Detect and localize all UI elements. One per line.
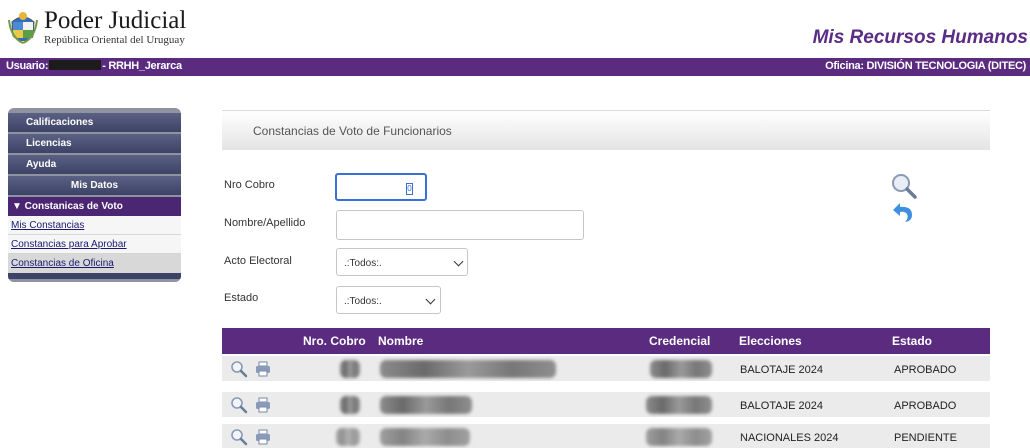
acto-electoral-value: .:Todos:. [344, 258, 382, 269]
menu-item-constancias-de-voto[interactable]: ▼ Constanicas de Voto [8, 197, 181, 216]
submenu-link[interactable]: Constancias para Aprobar [11, 239, 127, 250]
submenu-constancias-de-oficina[interactable]: Constancias de Oficina [8, 254, 181, 273]
redacted-username [49, 60, 102, 70]
redacted-nro-cobro [340, 396, 360, 414]
redacted-credencial [646, 396, 712, 414]
cell-estado: PENDIENTE [894, 432, 957, 444]
acto-electoral-select[interactable]: .:Todos:. [336, 248, 468, 276]
user-bar: Usuario: - RRHH_Jerarca Oficina: DIVISIÓN… [0, 58, 1030, 76]
chevron-down-icon [425, 294, 436, 305]
cell-elecciones: NACIONALES 2024 [740, 432, 839, 444]
col-elecciones[interactable]: Elecciones [739, 334, 802, 348]
col-nombre[interactable]: Nombre [378, 334, 423, 348]
cell-estado: APROBADO [894, 400, 957, 412]
office-info: Oficina: DIVISIÓN TECNOLOGIA (DITEC) [825, 60, 1026, 72]
menu-item-licencias[interactable]: Licencias [8, 134, 181, 153]
cell-elecciones: BALOTAJE 2024 [740, 400, 823, 412]
chevron-down-icon [453, 256, 464, 267]
redacted-nombre [380, 428, 470, 446]
cell-estado: APROBADO [894, 364, 957, 376]
redacted-nombre [380, 360, 556, 378]
side-menu: Calificaciones Licencias Ayuda Mis Datos… [8, 108, 181, 282]
table-row: BALOTAJE 2024 APROBADO [222, 392, 990, 418]
submenu-link[interactable]: Mis Constancias [11, 220, 84, 231]
logo-subtitle: República Oriental del Uruguay [44, 33, 185, 46]
magnifier-icon[interactable] [230, 428, 248, 446]
menu-item-calificaciones[interactable]: Calificaciones [8, 113, 181, 132]
magnifier-icon [892, 174, 917, 199]
menu-item-mis-datos[interactable]: Mis Datos [8, 176, 181, 195]
redacted-credencial [650, 360, 712, 378]
printer-icon[interactable] [255, 361, 271, 377]
nombre-apellido-label: Nombre/Apellido [224, 217, 306, 229]
logo-title: Poder Judicial [44, 6, 187, 34]
redacted-credencial [646, 428, 712, 446]
cell-elecciones: BALOTAJE 2024 [740, 364, 823, 376]
table-row: NACIONALES 2024 PENDIENTE [222, 424, 990, 448]
magnifier-icon[interactable] [230, 396, 248, 414]
estado-select[interactable]: .:Todos:. [336, 286, 441, 314]
estado-label: Estado [224, 292, 259, 304]
panel-header: Constancias de Voto de Funcionarios [222, 110, 990, 150]
magnifier-icon[interactable] [230, 360, 248, 378]
submenu-constancias-para-aprobar[interactable]: Constancias para Aprobar [8, 235, 181, 254]
results-table-header: Nro. Cobro Nombre Credencial Elecciones … [222, 328, 990, 354]
estado-value: .:Todos:. [344, 296, 382, 307]
nro-cobro-input[interactable]: 0 [335, 173, 427, 201]
redacted-nombre [380, 396, 472, 414]
user-role: - RRHH_Jerarca [102, 60, 182, 72]
submenu-mis-constancias[interactable]: Mis Constancias [8, 216, 181, 235]
undo-arrow-icon [893, 203, 912, 222]
redacted-nro-cobro [340, 360, 360, 378]
col-nro-cobro[interactable]: Nro. Cobro [303, 334, 366, 348]
nro-cobro-label: Nro Cobro [224, 179, 275, 191]
panel-title: Constancias de Voto de Funcionarios [253, 124, 452, 138]
menu-bottom-strip [8, 273, 181, 279]
col-estado[interactable]: Estado [892, 334, 932, 348]
menu-item-ayuda[interactable]: Ayuda [8, 155, 181, 174]
reset-button[interactable] [890, 200, 916, 229]
poder-judicial-logo: Poder Judicial República Oriental del Ur… [8, 5, 208, 49]
app-title: Mis Recursos Humanos [812, 27, 1028, 48]
table-row: BALOTAJE 2024 APROBADO [222, 356, 990, 382]
user-info: Usuario: - RRHH_Jerarca [6, 60, 182, 72]
printer-icon[interactable] [255, 429, 271, 445]
redacted-nro-cobro [336, 428, 360, 446]
acto-electoral-label: Acto Electoral [224, 255, 292, 267]
col-credencial[interactable]: Credencial [649, 334, 710, 348]
user-label: Usuario: [6, 60, 49, 72]
nombre-apellido-input[interactable] [336, 210, 584, 240]
printer-icon[interactable] [255, 397, 271, 413]
coat-of-arms-icon [8, 8, 38, 46]
submenu-link[interactable]: Constancias de Oficina [11, 258, 114, 269]
nro-cobro-value: 0 [406, 183, 413, 195]
